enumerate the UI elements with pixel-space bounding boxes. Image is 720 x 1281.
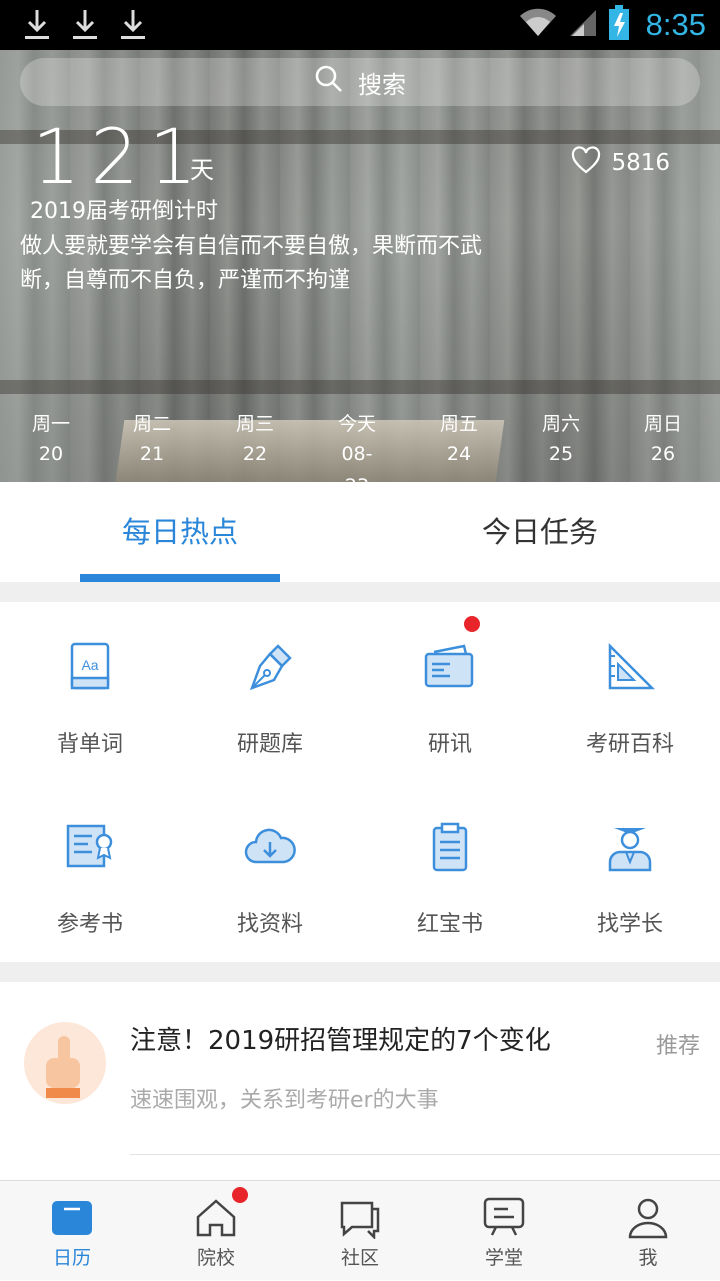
clock: 8:35 xyxy=(645,7,706,42)
feature-grid: Aa 背单词 研题库 研讯 考研百科 参考书 找资料 红宝书 找学长 xyxy=(0,602,720,962)
set-square-icon xyxy=(600,640,660,696)
search-icon xyxy=(314,64,344,100)
classroom-icon xyxy=(482,1195,526,1239)
news-badge xyxy=(464,616,480,632)
feature-question-bank[interactable]: 研题库 xyxy=(180,602,360,782)
calendar-icon xyxy=(50,1195,94,1239)
like-count: 5816 xyxy=(611,150,670,176)
vocabulary-book-icon: Aa xyxy=(60,640,120,696)
countdown-number: 121 xyxy=(32,112,208,201)
day-fri[interactable]: 周五 24 xyxy=(419,410,499,470)
graduate-icon xyxy=(600,820,660,876)
finger-icon xyxy=(24,1022,106,1104)
nav-school[interactable]: 院校 xyxy=(144,1181,288,1281)
countdown-label: 2019届考研倒计时 xyxy=(30,199,218,224)
cloud-download-icon xyxy=(240,820,300,876)
divider xyxy=(130,1154,720,1155)
status-bar: 8:35 xyxy=(0,0,720,50)
search-label: 搜索 xyxy=(358,70,406,99)
chat-bubbles-icon xyxy=(338,1195,382,1241)
countdown-unit: 天 xyxy=(190,156,214,184)
nav-calendar[interactable]: 日历 xyxy=(0,1181,144,1281)
download-icon xyxy=(24,8,50,42)
feature-find-senior[interactable]: 找学长 xyxy=(540,782,720,962)
battery-charging-icon xyxy=(608,5,630,45)
tab-indicator xyxy=(80,574,280,582)
feature-encyclopedia[interactable]: 考研百科 xyxy=(540,602,720,782)
divider xyxy=(0,962,720,982)
feature-find-materials[interactable]: 找资料 xyxy=(180,782,360,962)
nav-classroom[interactable]: 学堂 xyxy=(432,1181,576,1281)
news-card-icon xyxy=(420,640,480,696)
news-tag: 推荐 xyxy=(655,1034,700,1059)
wifi-icon xyxy=(518,8,558,42)
motto-text: 做人要就要学会有自信而不要自傲，果断而不武断，自尊而不自负，严谨而不拘谨 xyxy=(20,234,483,293)
bottom-nav: 日历 院校 社区 学堂 我 xyxy=(0,1180,720,1280)
like-button[interactable]: 5816 xyxy=(571,146,670,180)
day-tue[interactable]: 周二 21 xyxy=(112,410,192,470)
feature-red-book[interactable]: 红宝书 xyxy=(360,782,540,962)
tab-today-tasks[interactable]: 今日任务 xyxy=(360,482,720,582)
school-badge xyxy=(232,1187,248,1203)
news-title[interactable]: 注意！2019研招管理规定的7个变化 xyxy=(130,1020,551,1057)
feature-news[interactable]: 研讯 xyxy=(360,602,540,782)
download-icon xyxy=(120,8,146,42)
tab-daily-hot[interactable]: 每日热点 xyxy=(0,482,360,582)
day-sun[interactable]: 周日 26 xyxy=(623,410,703,470)
feature-vocabulary[interactable]: Aa 背单词 xyxy=(0,602,180,782)
download-icon xyxy=(72,8,98,42)
content-tabs: 每日热点 今日任务 xyxy=(0,482,720,582)
search-bar[interactable]: 搜索 xyxy=(20,58,700,106)
divider xyxy=(0,582,720,602)
pen-nib-icon xyxy=(240,640,300,696)
nav-community[interactable]: 社区 xyxy=(288,1181,432,1281)
day-mon[interactable]: 周一 20 xyxy=(11,410,91,470)
signal-icon xyxy=(568,8,598,42)
day-wed[interactable]: 周三 22 xyxy=(215,410,295,470)
person-icon xyxy=(626,1195,670,1239)
svg-text:Aa: Aa xyxy=(81,657,98,673)
week-strip: 周一20 周二21 周三22 今天08-23 周五24 周六25 周日26 xyxy=(0,410,720,504)
feature-reference-books[interactable]: 参考书 xyxy=(0,782,180,962)
news-subtitle: 速速围观，关系到考研er的大事 xyxy=(130,1088,439,1113)
certificate-icon xyxy=(60,820,120,876)
clipboard-icon xyxy=(420,820,480,876)
day-sat[interactable]: 周六 25 xyxy=(521,410,601,470)
nav-me[interactable]: 我 xyxy=(576,1181,720,1281)
school-icon xyxy=(194,1195,238,1239)
heart-icon xyxy=(571,146,601,180)
news-item[interactable]: 注意！2019研招管理规定的7个变化 推荐 速速围观，关系到考研er的大事 xyxy=(0,982,720,1180)
